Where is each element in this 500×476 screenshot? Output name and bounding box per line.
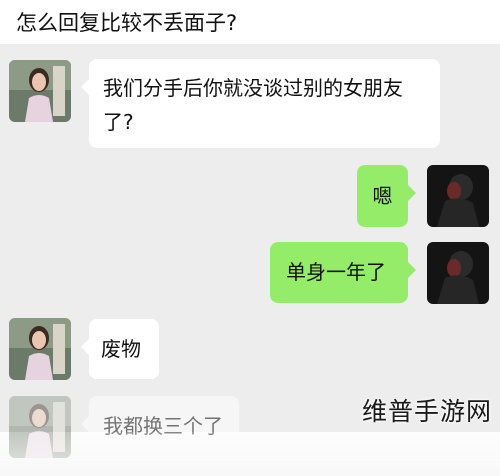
message-text: 单身一年了 [286,260,386,284]
question-title: 怎么回复比较不丢面子? [16,11,238,35]
self-avatar[interactable] [427,165,489,227]
avatar-photo [427,165,489,227]
message-bubble-outgoing[interactable]: 嗯 [357,165,416,227]
message-bubble-incoming[interactable]: 废物 [81,319,159,379]
chat-area[interactable]: 我们分手后你就没谈过别的女朋友了? 嗯 单身一年了 废物 我都换三个了 [0,44,500,476]
message-bubble-outgoing[interactable]: 单身一年了 [270,242,416,303]
site-watermark: 维普手游网 [361,397,492,426]
message-text: 废物 [101,337,141,361]
avatar-photo [427,242,489,304]
message-text: 我们分手后你就没谈过别的女朋友了? [103,76,403,134]
avatar-photo [9,60,71,122]
bottom-fade-overlay [0,432,500,476]
message-text: 嗯 [372,184,393,208]
message-bubble-incoming[interactable]: 我们分手后你就没谈过别的女朋友了? [81,59,440,148]
avatar-photo [9,318,71,380]
contact-avatar[interactable] [9,318,71,380]
self-avatar[interactable] [427,242,489,304]
contact-avatar[interactable] [9,60,71,122]
question-header: 怎么回复比较不丢面子? [0,0,500,44]
